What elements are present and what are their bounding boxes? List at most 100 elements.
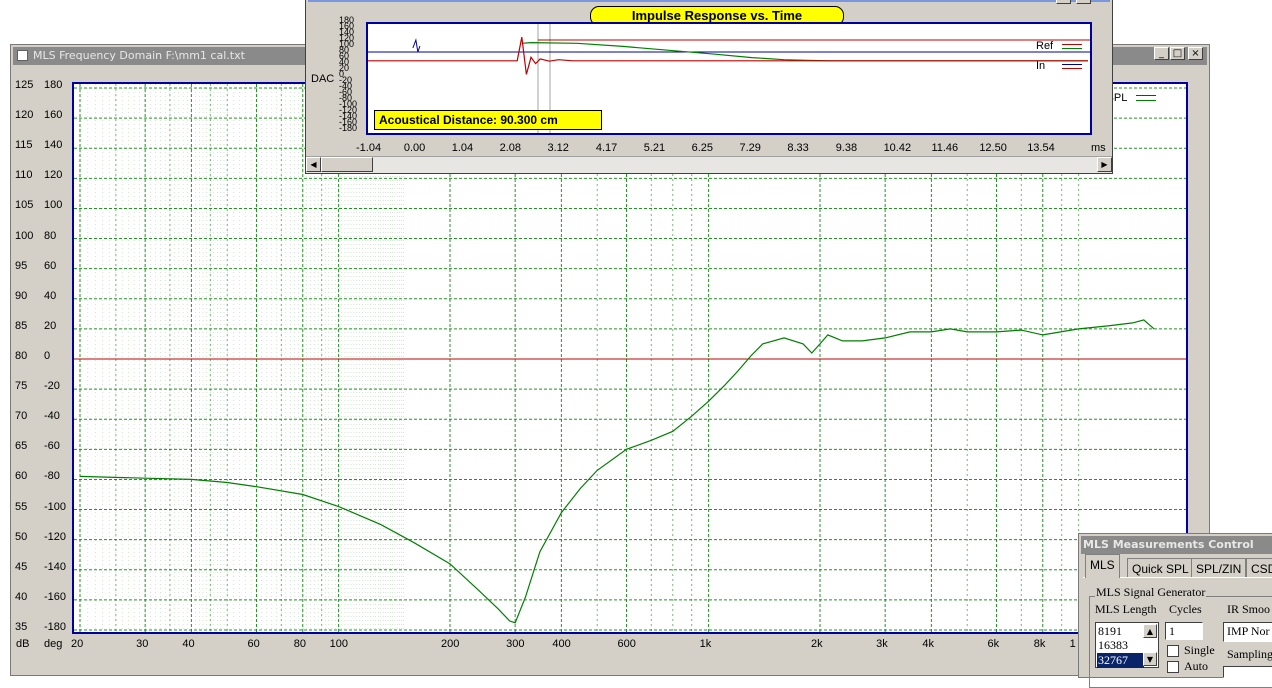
db-tick-label: 125 [15,79,34,91]
db-tick-label: 120 [15,109,34,122]
frequency-tick-label: 600 [617,638,636,650]
db-tick-label: 50 [15,530,28,543]
ir-time-tick-label: 11.46 [931,142,959,154]
tab-csd[interactable]: CSD [1246,558,1272,578]
app-icon [17,50,28,61]
ir-time-tick-label: 10.42 [883,142,912,154]
db-tick-label: 75 [15,380,28,393]
scroll-right-button[interactable]: ▶ [1097,157,1112,172]
ir-legend-in: In [1036,56,1083,76]
cycles-label: Cycles [1169,602,1202,616]
deg-tick-label: 80 [44,229,57,242]
ir-smooth-label: IR Smoo [1227,602,1271,616]
frequency-tick-label: 3k [876,638,888,650]
db-tick-label: 40 [15,590,28,603]
frequency-tick-label: 60 [247,638,260,650]
ir-legend-in-label: In [1036,60,1046,72]
spl-legend-swatch [1136,95,1156,102]
ir-smooth-select[interactable]: IMP Nor [1223,622,1272,642]
ir-pre-impulse-blip [412,38,421,53]
frequency-tick-label: 20 [71,638,84,650]
ir-plot-frame[interactable]: Ref In Acoustical Distance: 90.300 cm [366,22,1092,135]
db-tick-label: 35 [15,621,28,633]
db-tick-label: 70 [15,410,28,423]
control-window-title-bar[interactable]: MLS Measurements Control [1081,536,1272,554]
db-tick-label: 55 [15,500,28,513]
db-tick-label: 110 [15,169,33,182]
ir-time-tick-label: 1.04 [451,142,474,154]
tab-spl-zin[interactable]: SPL/ZIN [1191,558,1247,578]
frequency-window-title: MLS Frequency Domain F:\mm1 cal.txt [33,49,245,62]
ir-legend-in-swatch [1062,63,1083,69]
frequency-tick-label: 400 [552,638,571,650]
db-axis-label: dB [16,638,30,650]
deg-tick-label: 100 [44,199,63,212]
frequency-tick-label: 40 [182,638,195,650]
spl-legend: SPL [1107,92,1156,104]
ir-time-tick-label: -1.04 [356,142,382,154]
frequency-tick-label: 8k [1033,638,1046,650]
cycles-input[interactable]: 1 [1165,622,1203,640]
deg-tick-label: -80 [44,470,60,483]
ir-legend-ref-swatch [1062,43,1083,49]
ir-time-tick-label: 2.08 [499,142,522,154]
ir-y-axis-label: DAC [311,73,335,85]
deg-tick-label: -140 [44,560,67,573]
ir-legend-ref-label: Ref [1036,40,1054,52]
tab-mls[interactable]: MLS [1085,554,1120,578]
ir-close-button[interactable] [1056,0,1071,4]
deg-tick-label: -40 [44,410,60,423]
deg-tick-label: 180 [44,79,63,91]
frequency-tick-label: 2k [811,638,823,650]
ir-time-tick-label: 7.29 [739,142,761,154]
db-tick-label: 45 [15,560,28,573]
mls-control-window: MLS Measurements Control MLS Quick SPL S… [1078,533,1272,688]
db-tick-label: 100 [15,229,34,242]
db-tick-label: 60 [15,470,28,483]
deg-tick-label: 140 [44,139,63,152]
sampling-input[interactable] [1223,666,1272,678]
deg-axis-label: deg [44,638,63,650]
maximize-button[interactable]: □ [1170,47,1185,60]
deg-tick-label: 40 [44,289,57,302]
frequency-tick-label: 80 [293,638,306,650]
control-window-title: MLS Measurements Control [1083,538,1254,551]
listbox-scroll-down[interactable]: ▼ [1143,652,1157,666]
ir-time-tick-label: 12.50 [979,142,1007,154]
mls-length-listbox[interactable]: 8191 16383 32767 ▲ ▼ [1095,622,1159,668]
ir-y-tick-label: -180 [339,123,358,133]
mls-length-option[interactable]: 16383 [1098,638,1128,653]
db-tick-label: 115 [15,139,33,152]
single-checkbox[interactable] [1167,645,1179,657]
deg-tick-label: -20 [44,380,60,393]
minimize-button[interactable]: _ [1154,47,1169,60]
listbox-scroll-up[interactable]: ▲ [1143,624,1157,638]
deg-tick-label: -100 [44,500,67,513]
deg-tick-label: -120 [44,530,67,543]
ir-window-top-bar[interactable] [308,0,1110,2]
deg-tick-label: 160 [44,109,63,122]
single-label: Single [1184,643,1215,657]
deg-tick-label: 0 [44,350,51,362]
close-button[interactable]: × [1188,47,1203,60]
ir-horizontal-scrollbar[interactable]: ◀ ▶ [306,156,1112,173]
auto-label: Auto [1184,659,1208,673]
db-tick-label: 105 [15,199,34,212]
deg-tick-label: -60 [44,440,60,453]
deg-tick-label: 20 [44,319,57,332]
db-tick-label: 85 [15,319,28,332]
auto-checkbox[interactable] [1167,661,1179,673]
tab-quick-spl[interactable]: Quick SPL [1127,558,1194,578]
deg-tick-label: -180 [44,621,67,633]
db-tick-label: 65 [15,440,28,453]
mls-length-option-selected[interactable]: 32767 [1097,653,1144,668]
deg-tick-label: 120 [44,169,63,182]
ir-time-tick-label: 3.12 [547,142,569,154]
deg-tick-label: -160 [44,590,67,603]
scroll-left-button[interactable]: ◀ [306,157,321,172]
ir-maximize-button[interactable] [1076,0,1091,4]
scroll-thumb[interactable] [321,157,373,172]
mls-length-option[interactable]: 8191 [1098,624,1122,639]
ir-time-tick-label: 0.00 [403,142,426,154]
ir-time-tick-label: 8.33 [787,142,809,154]
